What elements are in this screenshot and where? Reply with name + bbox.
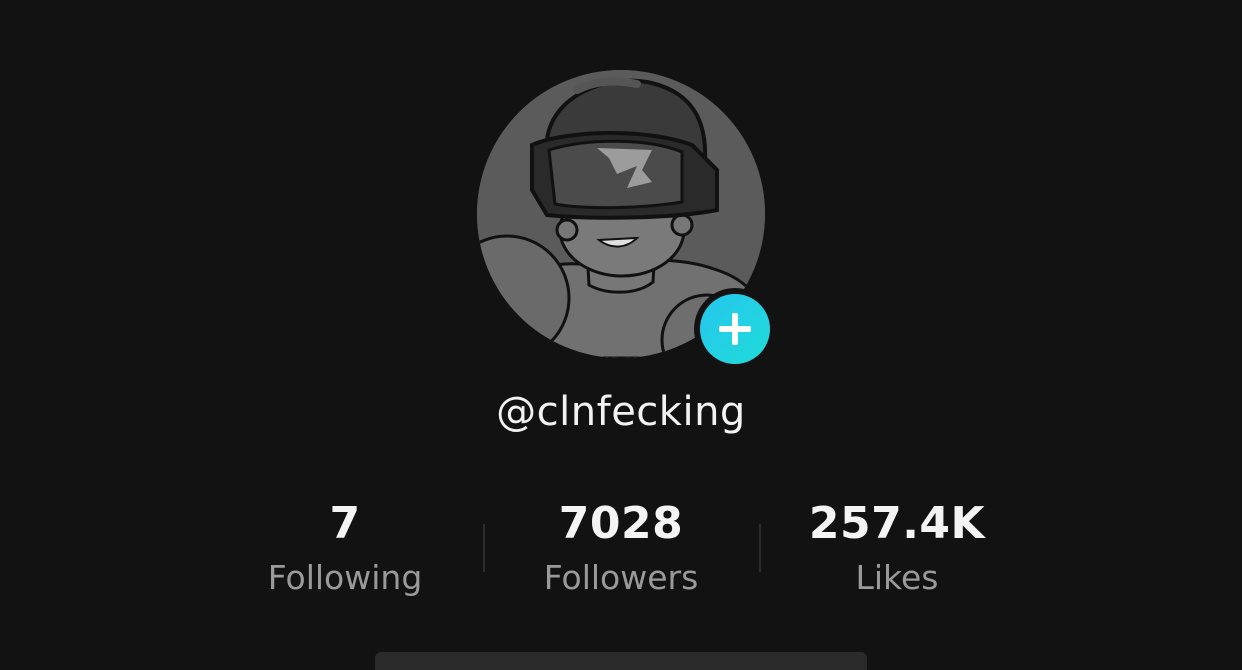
username: @clnfecking <box>496 389 746 435</box>
plus-icon <box>700 294 770 364</box>
likes-label: Likes <box>855 558 939 597</box>
stat-divider <box>483 524 485 572</box>
following-label: Following <box>267 558 423 597</box>
likes-count: 257.4K <box>808 498 986 549</box>
followers-label: Followers <box>543 558 699 597</box>
stat-divider <box>759 524 761 572</box>
follow-plus-button[interactable] <box>694 288 776 370</box>
profile-stats: 7 Following 7028 Followers 257.4K Likes <box>0 496 1242 606</box>
following-count: 7 <box>329 498 361 549</box>
stat-likes[interactable]: 257.4K Likes <box>767 496 1027 606</box>
profile-page: @clnfecking 7 Following 7028 Followers 2… <box>0 0 1242 670</box>
stat-followers[interactable]: 7028 Followers <box>491 496 751 606</box>
stat-following[interactable]: 7 Following <box>215 496 475 606</box>
edit-profile-button[interactable] <box>375 652 867 670</box>
followers-count: 7028 <box>558 498 684 549</box>
plus-icon-glyph <box>719 313 751 345</box>
